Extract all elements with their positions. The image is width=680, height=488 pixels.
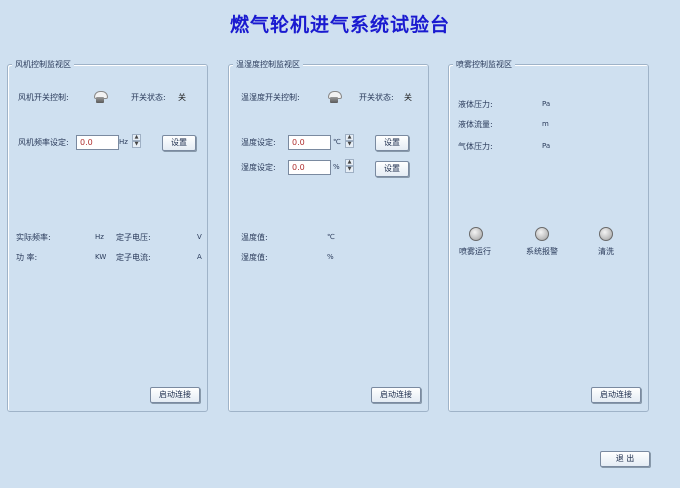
fan-panel-title: 风机控制监视区 — [12, 59, 74, 70]
liquid-flow-unit: m — [542, 120, 549, 128]
actual-freq-unit: Hz — [95, 233, 104, 241]
exit-button[interactable]: 退 出 — [600, 451, 650, 467]
window-title: 燃气轮机进气系统试验台 — [229, 14, 450, 36]
stator-current-label: 定子电流: — [116, 253, 151, 262]
fan-set-button[interactable]: 设置 — [162, 135, 196, 151]
temp-set-button[interactable]: 设置 — [375, 135, 409, 151]
temp-set-unit: ℃ — [333, 138, 341, 146]
clean-label: 清洗 — [598, 247, 614, 256]
gas-pressure-unit: Pa — [542, 142, 551, 150]
spin-up-icon[interactable]: ▲ — [345, 159, 354, 166]
fan-freq-unit: Hz — [119, 138, 128, 146]
fan-freq-spinner[interactable]: ▲ ▼ — [132, 134, 141, 149]
humid-set-button[interactable]: 设置 — [375, 161, 409, 177]
fan-connect-button[interactable]: 启动连接 — [150, 387, 200, 403]
clean-indicator-icon — [599, 227, 613, 241]
temp-set-spinner[interactable]: ▲ ▼ — [345, 134, 354, 149]
fan-switch-label: 风机开关控制: — [18, 93, 69, 102]
spray-run-indicator-icon — [469, 227, 483, 241]
spin-down-icon[interactable]: ▼ — [345, 166, 354, 173]
fan-status-label: 开关状态: — [131, 93, 166, 102]
humid-set-input[interactable]: 0.0 — [288, 160, 331, 175]
power-unit: KW — [95, 253, 107, 261]
spray-connect-button[interactable]: 启动连接 — [591, 387, 641, 403]
spin-up-icon[interactable]: ▲ — [345, 134, 354, 141]
stator-current-unit: A — [197, 253, 202, 261]
humidity-connect-button[interactable]: 启动连接 — [371, 387, 421, 403]
power-label: 功 率: — [16, 253, 38, 262]
temp-set-input[interactable]: 0.0 — [288, 135, 331, 150]
humidity-panel-title: 温湿度控制监视区 — [233, 59, 303, 70]
spray-panel: 喷雾控制监视区 液体压力: Pa 液体流量: m 气体压力: Pa 喷雾运行 系… — [448, 59, 649, 412]
humid-set-unit: % — [333, 163, 340, 171]
humid-value-label: 湿度值: — [241, 253, 268, 262]
actual-freq-label: 实际频率: — [16, 233, 51, 242]
fan-status-value: 关 — [178, 93, 186, 102]
spray-panel-title: 喷雾控制监视区 — [453, 59, 515, 70]
system-alarm-indicator-icon — [535, 227, 549, 241]
spin-down-icon[interactable]: ▼ — [132, 141, 141, 148]
spin-down-icon[interactable]: ▼ — [345, 141, 354, 148]
temp-set-label: 温度设定: — [241, 138, 276, 147]
humid-set-label: 湿度设定: — [241, 163, 276, 172]
fan-freq-input[interactable]: 0.0 — [76, 135, 119, 150]
humidity-status-value: 关 — [404, 93, 412, 102]
liquid-pressure-unit: Pa — [542, 100, 551, 108]
humidity-panel: 温湿度控制监视区 温湿度开关控制: 开关状态: 关 温度设定: 0.0 ℃ ▲ ▼… — [228, 59, 429, 412]
system-alarm-label: 系统报警 — [526, 247, 558, 256]
fan-toggle-switch[interactable] — [93, 91, 108, 103]
humid-value-unit: % — [327, 253, 334, 261]
temp-value-label: 温度值: — [241, 233, 268, 242]
humidity-toggle-switch[interactable] — [327, 91, 342, 103]
humidity-switch-label: 温湿度开关控制: — [241, 93, 300, 102]
humidity-status-label: 开关状态: — [359, 93, 394, 102]
humid-set-spinner[interactable]: ▲ ▼ — [345, 159, 354, 174]
fan-panel: 风机控制监视区 风机开关控制: 开关状态: 关 风机频率设定: 0.0 Hz ▲… — [7, 59, 208, 412]
gas-pressure-label: 气体压力: — [458, 142, 493, 151]
fan-freq-label: 风机频率设定: — [18, 138, 69, 147]
liquid-pressure-label: 液体压力: — [458, 100, 493, 109]
spray-run-label: 喷雾运行 — [459, 247, 491, 256]
temp-value-unit: ℃ — [327, 233, 335, 241]
stator-voltage-label: 定子电压: — [116, 233, 151, 242]
spin-up-icon[interactable]: ▲ — [132, 134, 141, 141]
stator-voltage-unit: V — [197, 233, 202, 241]
liquid-flow-label: 液体流量: — [458, 120, 493, 129]
